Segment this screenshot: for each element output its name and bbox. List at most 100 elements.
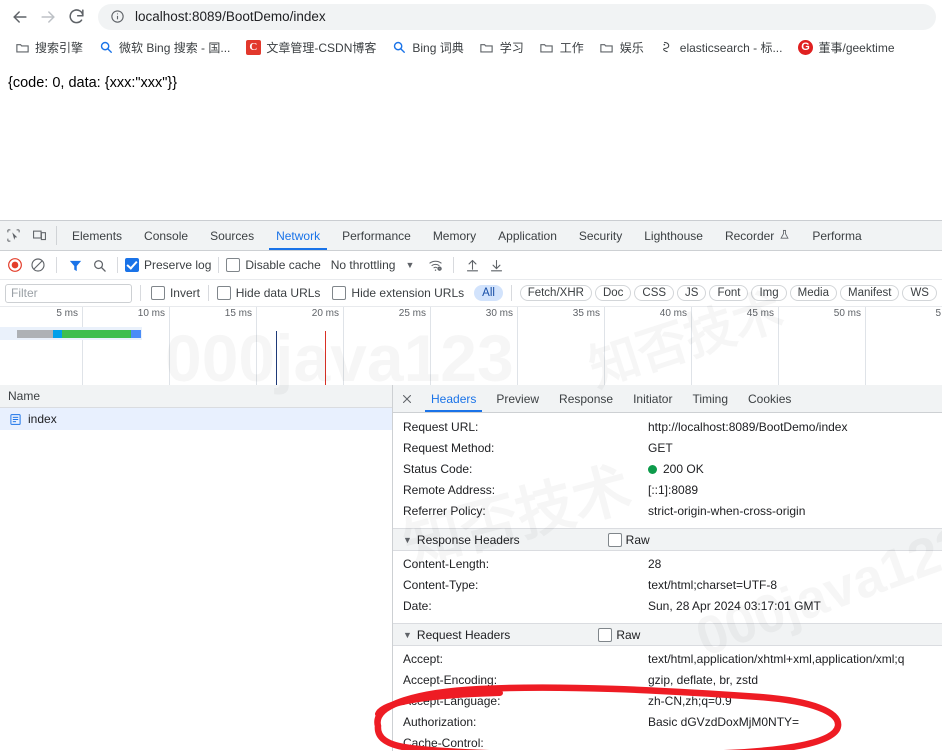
import-har-icon[interactable] xyxy=(461,254,483,276)
filter-type-media[interactable]: Media xyxy=(789,285,837,301)
browser-window: localhost:8089/BootDemo/index 搜索引擎 微软 Bi… xyxy=(0,0,942,751)
bookmark-item[interactable]: G 董事/geektime xyxy=(791,36,900,59)
invert-checkbox[interactable]: Invert xyxy=(150,286,200,300)
devtools-tab-memory[interactable]: Memory xyxy=(422,221,487,250)
bookmark-item[interactable]: C 文章管理-CSDN博客 xyxy=(239,36,382,59)
filter-type-css[interactable]: CSS xyxy=(634,285,675,301)
preserve-log-checkbox[interactable]: Preserve log xyxy=(125,258,211,272)
filter-type-fetch-xhr[interactable]: Fetch/XHR xyxy=(519,285,592,301)
general-row: Referrer Policy: strict-origin-when-cros… xyxy=(393,501,942,522)
filter-type-all[interactable]: All xyxy=(474,285,503,301)
devtools-tab-console[interactable]: Console xyxy=(133,221,199,250)
raw-toggle-request[interactable]: Raw xyxy=(598,627,640,642)
filter-input[interactable]: Filter xyxy=(5,283,133,303)
header-key: Accept-Encoding: xyxy=(403,673,498,687)
request-headers-section-header[interactable]: ▼ Request Headers Raw xyxy=(393,623,942,646)
load-event-marker xyxy=(325,331,326,385)
header-key: Status Code: xyxy=(403,462,473,476)
tab-label: Security xyxy=(578,228,623,243)
devtools-tab-recorder[interactable]: Recorder xyxy=(714,221,801,250)
hide-data-urls-label: Hide data URLs xyxy=(235,286,321,300)
forward-arrow-icon[interactable] xyxy=(34,3,62,31)
clear-circle-slash-icon[interactable] xyxy=(27,254,49,276)
header-value: Basic dGVzdDoxMjM0NTY= xyxy=(648,715,800,729)
inspect-element-icon[interactable] xyxy=(0,221,26,250)
bookmark-item[interactable]: 搜索引擎 xyxy=(8,36,89,59)
network-overview-timeline[interactable]: 5 ms 10 ms 15 ms 20 ms 25 ms 30 ms 35 ms… xyxy=(0,307,942,386)
filter-type-font[interactable]: Font xyxy=(709,285,749,301)
hide-extension-urls-checkbox[interactable]: Hide extension URLs xyxy=(332,286,464,300)
header-row: Cache-Control: xyxy=(393,733,942,751)
close-icon[interactable] xyxy=(393,385,421,412)
filter-type-manifest[interactable]: Manifest xyxy=(839,285,900,301)
response-headers-section-header[interactable]: ▼ Response Headers Raw xyxy=(393,528,942,551)
timeline-tick-label: 5 ms xyxy=(56,308,78,319)
filter-type-ws[interactable]: WS xyxy=(902,285,937,301)
bookmark-item[interactable]: 娱乐 xyxy=(593,36,650,59)
header-row: Content-Length: 28 xyxy=(393,554,942,575)
bookmark-item[interactable]: elasticsearch - 标... xyxy=(653,36,789,59)
page-body-text: {code: 0, data: {xxx:"xxx"}} xyxy=(8,75,178,91)
reload-icon[interactable] xyxy=(62,3,90,31)
devtools-tab-sources[interactable]: Sources xyxy=(199,221,265,250)
checkbox-box xyxy=(607,532,622,547)
preserve-log-label: Preserve log xyxy=(144,258,212,272)
device-toolbar-icon[interactable] xyxy=(26,221,52,250)
search-icon[interactable] xyxy=(88,254,110,276)
bar-stalled xyxy=(17,330,53,338)
invert-label: Invert xyxy=(169,286,200,300)
devtools-tab-network[interactable]: Network xyxy=(265,221,331,250)
timeline-tick-label: 5 xyxy=(935,308,941,319)
devtools-tab-performance[interactable]: Performance xyxy=(331,221,422,250)
bookmark-label: 董事/geektime xyxy=(818,40,895,55)
bookmark-item[interactable]: 微软 Bing 搜索 - 国... xyxy=(92,36,236,59)
column-header-name: Name xyxy=(8,389,41,403)
detail-tab-initiator[interactable]: Initiator xyxy=(623,385,682,412)
csdn-favicon: C xyxy=(245,39,261,55)
back-arrow-icon[interactable] xyxy=(6,3,34,31)
tab-label: Memory xyxy=(432,228,477,243)
detail-tab-cookies[interactable]: Cookies xyxy=(738,385,801,412)
checkbox-box xyxy=(226,258,241,272)
hide-data-urls-checkbox[interactable]: Hide data URLs xyxy=(216,286,321,300)
tab-label: Timing xyxy=(692,391,729,406)
export-har-icon[interactable] xyxy=(485,254,507,276)
devtools-tab-lighthouse[interactable]: Lighthouse xyxy=(633,221,714,250)
status-text: 200 OK xyxy=(663,462,704,476)
header-key: Request Method: xyxy=(403,441,495,455)
record-stop-icon[interactable] xyxy=(5,255,25,275)
disable-cache-label: Disable cache xyxy=(245,258,321,272)
bookmark-item[interactable]: 工作 xyxy=(533,36,590,59)
devtools-tab-security[interactable]: Security xyxy=(568,221,633,250)
chevron-down-icon[interactable]: ▼ xyxy=(405,260,414,270)
address-bar[interactable]: localhost:8089/BootDemo/index xyxy=(98,3,936,30)
header-value: gzip, deflate, br, zstd xyxy=(648,673,759,687)
checkbox-box xyxy=(332,286,347,300)
detail-tab-headers[interactable]: Headers xyxy=(421,385,486,412)
filter-type-img[interactable]: Img xyxy=(751,285,787,301)
timeline-tick-label: 50 ms xyxy=(833,308,861,319)
throttling-select[interactable]: No throttling xyxy=(331,258,396,272)
disable-cache-checkbox[interactable]: Disable cache xyxy=(226,258,321,272)
network-conditions-icon[interactable] xyxy=(424,254,446,276)
timeline-tick-label: 35 ms xyxy=(572,308,600,319)
detail-tab-response[interactable]: Response xyxy=(549,385,623,412)
filter-type-js[interactable]: JS xyxy=(677,285,707,301)
checkbox-box xyxy=(125,258,139,272)
bookmark-item[interactable]: Bing 词典 xyxy=(385,36,469,59)
detail-tab-preview[interactable]: Preview xyxy=(486,385,549,412)
header-key: Remote Address: xyxy=(403,483,496,497)
raw-toggle-response[interactable]: Raw xyxy=(607,532,650,547)
devtools-tab-performance-insights[interactable]: Performa xyxy=(801,221,872,250)
devtools-tab-elements[interactable]: Elements xyxy=(61,221,133,250)
bookmark-item[interactable]: 学习 xyxy=(473,36,530,59)
funnel-filter-icon[interactable] xyxy=(64,254,86,276)
status-value: 200 OK xyxy=(648,459,942,480)
info-circle-icon[interactable] xyxy=(110,9,125,24)
filter-type-doc[interactable]: Doc xyxy=(594,285,632,301)
detail-tab-timing[interactable]: Timing xyxy=(682,385,738,412)
header-key: Content-Length: xyxy=(403,557,490,571)
general-row-status: Status Code: 200 OK xyxy=(393,459,942,480)
devtools-tab-application[interactable]: Application xyxy=(487,221,568,250)
request-row-index[interactable]: index xyxy=(0,408,392,430)
